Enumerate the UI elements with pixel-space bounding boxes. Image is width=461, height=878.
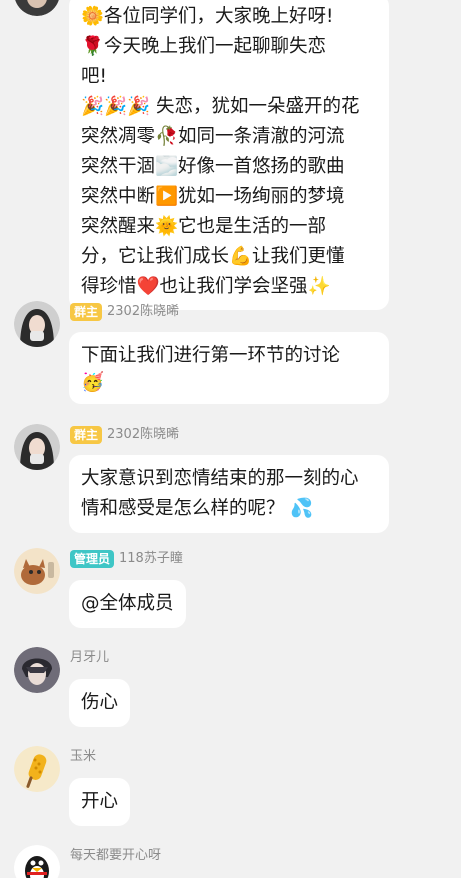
sender-meta: 群主 2302陈晓晞 — [70, 302, 179, 322]
message-line: @全体成员 — [81, 593, 174, 614]
message-bubble-intro[interactable]: 🌼各位同学们，大家晚上好呀! 🌹今天晚上我们一起聊聊失恋 吧! 🎉🎉🎉 失恋，犹… — [69, 0, 389, 310]
message-line: 🌼各位同学们，大家晚上好呀! — [81, 6, 334, 27]
message-line: 突然凋零🥀如同一条清澈的河流 — [81, 126, 345, 147]
message-line: 大家意识到恋情结束的那一刻的心 — [81, 468, 359, 489]
avatar-member[interactable] — [14, 845, 60, 878]
girl-avatar-icon — [14, 424, 60, 470]
anime-boy-avatar-icon — [14, 647, 60, 693]
message-line: 🌹今天晚上我们一起聊聊失恋 — [81, 36, 327, 57]
message-bubble[interactable]: @全体成员 — [69, 580, 186, 628]
message-bubble[interactable]: 开心 — [69, 778, 131, 826]
message-line: 🥳 — [81, 372, 105, 393]
avatar-member[interactable] — [14, 647, 60, 693]
admin-badge: 管理员 — [70, 550, 115, 568]
message-line: 得珍惜❤️也让我们学会坚强✨ — [81, 276, 331, 297]
sender-meta: 玉米 — [70, 747, 96, 767]
message-line: 吧! — [81, 66, 107, 87]
partial-avatar-icon — [15, 0, 59, 16]
message-line: 开心 — [81, 791, 119, 812]
avatar-member[interactable] — [14, 746, 60, 792]
avatar-admin[interactable] — [14, 548, 60, 594]
avatar-top-partial[interactable] — [14, 0, 60, 16]
sender-name[interactable]: 2302陈晓晞 — [107, 426, 179, 444]
message-line: 情和感受是怎么样的呢？ 💦 — [81, 498, 314, 519]
sender-name[interactable]: 每天都要开心呀 — [70, 847, 161, 865]
sender-name[interactable]: 玉米 — [70, 748, 96, 766]
message-line: 突然干涸🌫️好像一首悠扬的歌曲 — [81, 156, 345, 177]
message-line: 🎉🎉🎉 失恋，犹如一朵盛开的花 — [81, 96, 360, 117]
sender-meta: 每天都要开心呀 — [70, 846, 161, 866]
chat-window: 🌼各位同学们，大家晚上好呀! 🌹今天晚上我们一起聊聊失恋 吧! 🎉🎉🎉 失恋，犹… — [0, 0, 461, 878]
sender-meta: 月牙儿 — [70, 648, 109, 668]
sender-meta: 群主 2302陈晓晞 — [70, 425, 179, 445]
message-line: 下面让我们进行第一环节的讨论 — [81, 345, 341, 366]
message-line: 伤心 — [81, 692, 119, 713]
message-bubble[interactable]: 大家意识到恋情结束的那一刻的心 情和感受是怎么样的呢？ 💦 — [69, 455, 389, 533]
girl-avatar-icon — [14, 301, 60, 347]
sender-meta: 管理员 118苏子瞳 — [70, 549, 183, 569]
sender-name[interactable]: 2302陈晓晞 — [107, 303, 179, 321]
avatar-owner[interactable] — [14, 301, 60, 347]
owner-badge: 群主 — [70, 426, 103, 444]
sender-name[interactable]: 118苏子瞳 — [119, 550, 183, 568]
message-line: 突然醒来🌞它也是生活的一部 — [81, 216, 327, 237]
sender-name[interactable]: 月牙儿 — [70, 649, 109, 667]
message-bubble[interactable]: 下面让我们进行第一环节的讨论 🥳 — [69, 332, 389, 404]
owner-badge: 群主 — [70, 303, 103, 321]
corn-avatar-icon — [14, 746, 60, 792]
avatar-owner[interactable] — [14, 424, 60, 470]
message-line: 分，它让我们成长💪让我们更懂 — [81, 246, 345, 267]
message-line: 突然中断▶️犹如一场绚丽的梦境 — [81, 186, 345, 207]
orange-cat-avatar-icon — [14, 548, 60, 594]
penguin-avatar-icon — [14, 845, 60, 878]
message-bubble[interactable]: 伤心 — [69, 679, 131, 727]
